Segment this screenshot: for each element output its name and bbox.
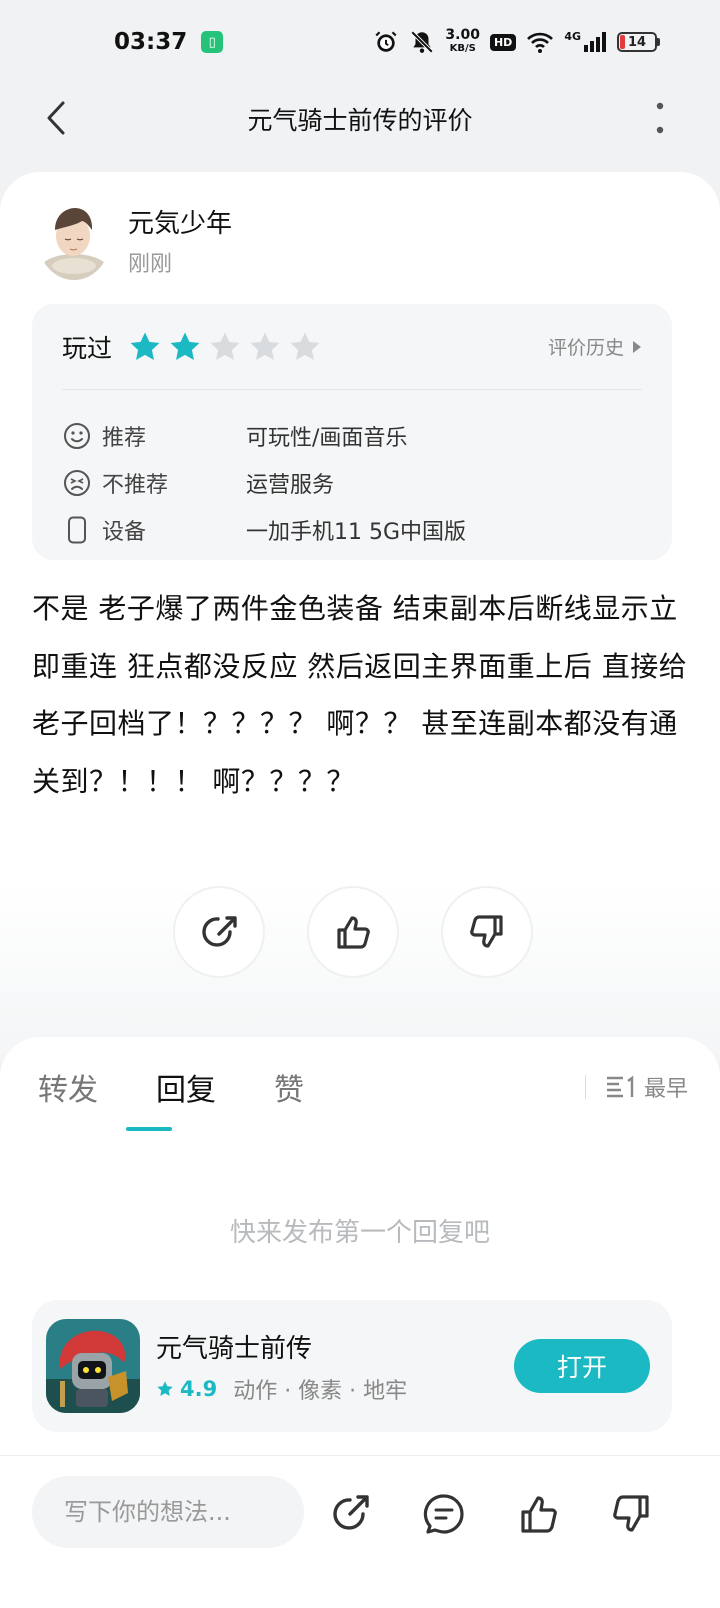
review-actions [173,886,533,978]
detail-value: 可玩性/画面音乐 [246,425,408,451]
status-bar: 03:37 ▯ 3.00 KB/S HD 4G 14 [0,0,720,84]
app-card[interactable]: 元气骑士前传 4.9 动作 · 像素 · 地牢 打开 [32,1300,672,1432]
signal-icon [584,32,606,52]
tab-bar: 转发 回复 赞 [38,1065,304,1109]
app-name[interactable]: 元气骑士前传 [156,1328,407,1365]
played-label: 玩过 [62,333,113,363]
star-icon [210,332,240,360]
app-icon[interactable] [46,1319,140,1413]
app-rating: 4.9 [180,1376,218,1401]
share-button[interactable] [328,1492,372,1536]
page-title: 元气骑士前传的评价 [247,106,473,135]
thumbs-up-icon [337,916,370,949]
detail-row-device: 设备 一加手机11 5G中国版 [62,506,642,553]
clock: 03:37 [114,29,188,55]
star-icon [170,332,200,360]
review-history-link[interactable]: 评价历史 [548,333,642,360]
thumbs-up-icon [521,1496,557,1533]
review-time: 刚刚 [128,251,173,277]
detail-label: 推荐 [102,425,147,451]
review-history-label: 评价历史 [547,337,624,359]
net-speed-value: 3.00 [445,27,480,43]
tab-forward[interactable]: 转发 [38,1065,98,1109]
caret-right-icon [633,340,641,353]
tab-indicator [126,1127,172,1131]
battery-level: 14 [628,34,647,50]
detail-label: 不推荐 [102,472,169,498]
detail-label: 设备 [102,519,147,545]
hd-badge: HD [489,33,517,51]
battery-icon: 14 [617,32,660,52]
thumbs-down-icon [613,1495,649,1532]
alarm-icon [375,31,397,52]
frown-icon [62,468,92,498]
share-icon [202,916,237,947]
rating-box: 玩过 评价历史 推荐 可玩性/画面音乐 不推荐 运营服务 设备 一加手机11 5… [32,304,672,560]
star-icon [250,332,280,360]
sort-label: 最早 [643,1077,688,1102]
thumbs-down-icon [470,915,503,948]
status-left: 03:37 ▯ [114,29,224,55]
dislike-button[interactable] [610,1492,654,1536]
star-icon [130,332,160,360]
star-icon [290,332,320,360]
app-tags: 动作 · 像素 · 地牢 [233,1378,408,1404]
bottom-bar [0,1455,720,1608]
more-vertical-icon [656,102,664,134]
detail-rows: 推荐 可玩性/画面音乐 不推荐 运营服务 设备 一加手机11 5G中国版 [62,390,642,553]
detail-value: 运营服务 [246,472,335,498]
network-type: 4G [564,29,581,43]
phone-icon [62,515,92,545]
like-button[interactable] [516,1492,560,1536]
user-name[interactable]: 元気少年 [128,203,232,240]
tab-like[interactable]: 赞 [274,1065,304,1109]
detail-row-not-recommend: 不推荐 运营服务 [62,459,642,506]
review-text: 不是 老子爆了两件金色装备 结束副本后断线显示立即重连 狂点都没反应 然后返回主… [32,592,688,798]
tab-reply[interactable]: 回复 [156,1065,216,1109]
detail-row-recommend: 推荐 可玩性/画面音乐 [62,412,642,459]
mute-icon [411,30,434,54]
detail-value: 一加手机11 5G中国版 [246,519,467,545]
like-button[interactable] [307,886,399,978]
open-app-button[interactable]: 打开 [514,1339,650,1393]
dislike-button[interactable] [441,886,533,978]
battery-saver-icon: ▯ [201,31,224,53]
divider [584,1075,586,1099]
star-rating [128,330,322,364]
app-meta: 4.9 动作 · 像素 · 地牢 [156,1373,407,1405]
back-button[interactable] [36,98,76,138]
sort-icon [606,1075,634,1098]
wifi-icon [527,32,554,53]
smile-icon [62,421,92,451]
avatar[interactable] [38,200,110,280]
net-speed-unit: KB/S [449,43,476,54]
rating-row: 玩过 评价历史 [62,304,642,390]
comment-icon [423,1494,464,1534]
review-card: 元気少年 刚刚 玩过 评价历史 推荐 可玩性/画面音乐 不推荐 运营服务 设备 … [0,172,720,1062]
comment-input[interactable] [32,1476,304,1548]
star-icon [157,1380,173,1396]
app-info: 元气骑士前传 4.9 动作 · 像素 · 地牢 [156,1328,407,1405]
chevron-left-icon [47,101,65,135]
user-row[interactable]: 元気少年 刚刚 [38,200,232,280]
share-icon [333,1495,369,1530]
comment-button[interactable] [422,1492,466,1536]
share-button[interactable] [173,886,265,978]
empty-replies-hint: 快来发布第一个回复吧 [229,1218,490,1248]
more-button[interactable] [640,98,680,138]
net-speed: 3.00 KB/S [445,27,480,55]
status-right: 3.00 KB/S HD 4G 14 [373,27,660,55]
top-nav: 元气骑士前传的评价 [0,84,720,154]
sort-button[interactable]: 最早 [584,1071,688,1103]
